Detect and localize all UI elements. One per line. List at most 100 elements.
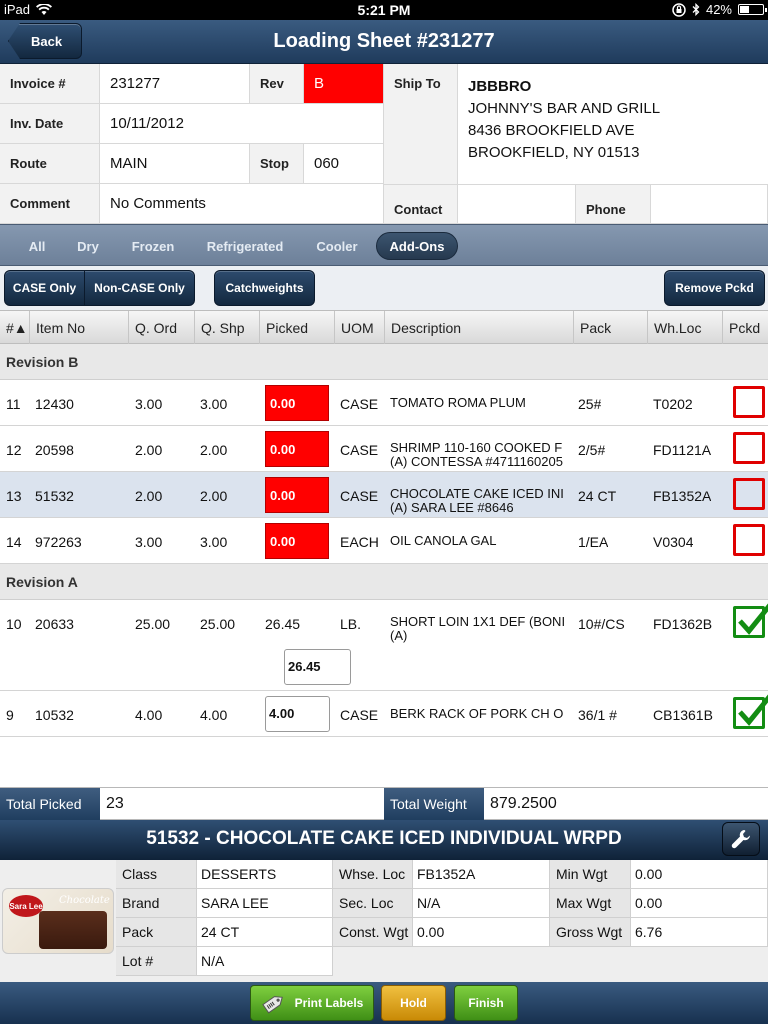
col-description[interactable]: Description: [385, 311, 574, 344]
pack-label: Pack: [116, 918, 197, 947]
picked-qty-input[interactable]: 0.00: [265, 477, 329, 513]
section-header-revision-b: Revision B: [0, 344, 768, 380]
table-header: #▲ Item No Q. Ord Q. Shp Picked UOM Desc…: [0, 310, 768, 344]
non-case-only-button[interactable]: Non-CASE Only: [84, 270, 195, 306]
phone-label: Phone: [576, 185, 651, 224]
picked-qty-input[interactable]: 0.00: [265, 523, 329, 559]
settings-button[interactable]: [722, 822, 760, 856]
qty-shipped: 25.00: [200, 616, 236, 632]
uom: LB.: [340, 616, 362, 632]
price-tag-icon: [261, 996, 283, 1014]
total-weight-value: 879.2500: [484, 788, 768, 820]
col-uom[interactable]: UOM: [335, 311, 385, 344]
totals-bar: Total Picked 23 Total Weight 879.2500: [0, 787, 768, 820]
picked-qty-input[interactable]: 4.00: [265, 696, 330, 732]
col-picked-check[interactable]: Pckd: [723, 311, 768, 344]
max-wgt-label: Max Wgt: [550, 889, 631, 918]
route-label: Route: [0, 144, 100, 184]
col-picked[interactable]: Picked: [260, 311, 335, 344]
qty-ordered: 25.00: [135, 616, 171, 632]
pack: 25#: [578, 396, 602, 412]
picked-checkbox-checked[interactable]: [733, 603, 768, 638]
table-row[interactable]: 12 20598 2.00 2.00 0.00 CASE SHRIMP 110-…: [0, 426, 768, 472]
ship-to-name: JOHNNY'S BAR AND GRILL: [468, 100, 661, 117]
pack: 36/1 #: [578, 707, 617, 723]
col-number-sort[interactable]: #▲: [0, 311, 30, 344]
qty-ordered: 4.00: [135, 707, 163, 723]
qty-ordered: 3.00: [135, 396, 163, 412]
battery-percent: 42%: [705, 2, 732, 17]
class-value: DESSERTS: [197, 860, 333, 889]
item-detail-panel: Sara Lee Chocolate Class DESSERTS Brand …: [0, 860, 768, 982]
comment-label: Comment: [0, 184, 100, 224]
invoice-number-label: Invoice #: [0, 64, 100, 104]
rev-value: B: [304, 64, 384, 104]
section-header-revision-a: Revision A: [0, 564, 768, 600]
invoice-date-label: Inv. Date: [0, 104, 100, 144]
table-row[interactable]: 10 20633 25.00 25.00 26.45 LB. SHORT LOI…: [0, 600, 768, 691]
picked-qty-input[interactable]: 0.00: [265, 431, 329, 467]
catchweight-input[interactable]: 26.45: [284, 649, 351, 685]
picked-checkbox[interactable]: [733, 432, 765, 464]
lot-value: N/A: [197, 947, 333, 976]
picked-checkbox[interactable]: [733, 478, 765, 510]
catchweights-button[interactable]: Catchweights: [214, 270, 315, 306]
item-number: 10532: [35, 707, 74, 723]
filter-refrigerated[interactable]: Refrigerated: [198, 232, 292, 260]
description-line-2: (A): [390, 629, 408, 643]
checkmark-icon: [738, 603, 768, 635]
filter-frozen[interactable]: Frozen: [124, 232, 182, 260]
picked-checkbox-checked[interactable]: [733, 694, 768, 729]
qty-shipped: 2.00: [200, 488, 228, 504]
case-only-button[interactable]: CASE Only: [4, 270, 85, 306]
total-picked-value: 23: [100, 788, 384, 820]
hold-button[interactable]: Hold: [381, 985, 446, 1021]
table-row-selected[interactable]: 13 51532 2.00 2.00 0.00 CASE CHOCOLATE C…: [0, 472, 768, 518]
ship-to-code: JBBBRO: [468, 78, 532, 95]
pack: 1/EA: [578, 534, 609, 550]
col-qty-ordered[interactable]: Q. Ord: [129, 311, 195, 344]
status-time: 5:21 PM: [357, 2, 411, 18]
filter-add-ons[interactable]: Add-Ons: [376, 232, 458, 260]
max-wgt-value: 0.00: [631, 889, 768, 918]
picked-checkbox[interactable]: [733, 386, 765, 418]
ship-to-city: BROOKFIELD, NY 01513: [468, 144, 640, 161]
rev-label: Rev: [250, 64, 304, 104]
table-row[interactable]: 14 972263 3.00 3.00 0.00 EACH OIL CANOLA…: [0, 518, 768, 564]
ship-to-label: Ship To: [384, 64, 458, 185]
finish-button[interactable]: Finish: [454, 985, 518, 1021]
filter-all[interactable]: All: [18, 232, 56, 260]
filter-cooler[interactable]: Cooler: [308, 232, 366, 260]
description-line-2: (A) CONTESSA #4711160205: [390, 455, 563, 469]
col-item-no[interactable]: Item No: [30, 311, 129, 344]
total-weight-label: Total Weight: [384, 788, 484, 820]
item-number: 12430: [35, 396, 74, 412]
row-number: 14: [6, 534, 22, 550]
class-label: Class: [116, 860, 197, 889]
row-number: 9: [6, 707, 14, 723]
pack: 10#/CS: [578, 616, 625, 632]
orientation-lock-icon: [672, 2, 686, 17]
invoice-date-value: 10/11/2012: [100, 104, 384, 144]
print-labels-button[interactable]: Print Labels: [250, 985, 374, 1021]
product-image: Sara Lee Chocolate: [2, 888, 114, 954]
stop-value: 060: [304, 144, 384, 184]
remove-picked-button[interactable]: Remove Pckd: [664, 270, 765, 306]
col-pack[interactable]: Pack: [574, 311, 648, 344]
filter-dry[interactable]: Dry: [68, 232, 108, 260]
battery-level-fill: [740, 6, 749, 13]
comment-value: No Comments: [100, 184, 384, 224]
bluetooth-icon: [692, 3, 700, 16]
col-qty-shipped[interactable]: Q. Shp: [195, 311, 260, 344]
lot-label: Lot #: [116, 947, 197, 976]
picked-qty-input[interactable]: 0.00: [265, 385, 329, 421]
item-number: 51532: [35, 488, 74, 504]
table-row[interactable]: 11 12430 3.00 3.00 0.00 CASE TOMATO ROMA…: [0, 380, 768, 426]
table-row[interactable]: 9 10532 4.00 4.00 4.00 CASE BERK RACK OF…: [0, 691, 768, 737]
description-line-1: TOMATO ROMA PLUM: [390, 396, 526, 410]
wh-location: FD1362B: [653, 616, 713, 632]
brand-value: SARA LEE: [197, 889, 333, 918]
picked-checkbox[interactable]: [733, 524, 765, 556]
pack: 24 CT: [578, 488, 617, 504]
col-wh-loc[interactable]: Wh.Loc: [648, 311, 723, 344]
